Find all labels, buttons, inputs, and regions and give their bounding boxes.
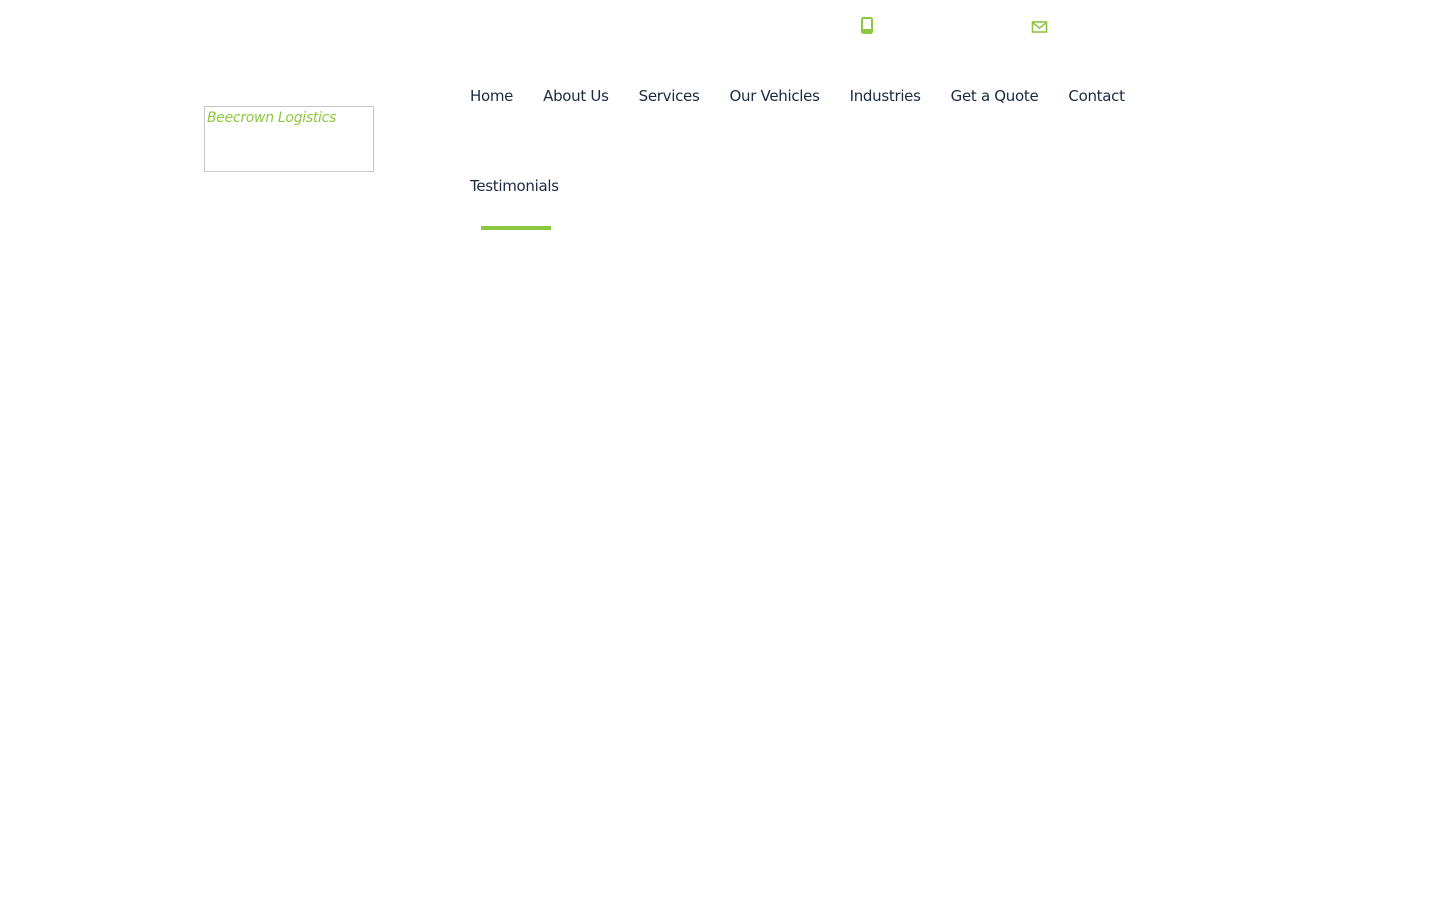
- nav-item-contact[interactable]: Contact: [1068, 84, 1125, 108]
- mail-icon[interactable]: [1031, 20, 1048, 34]
- main-nav: Home About Us Services Our Vehicles Indu…: [470, 84, 1170, 198]
- nav-item-industries[interactable]: Industries: [850, 84, 921, 108]
- site-logo[interactable]: Beecrown Logistics: [204, 106, 374, 172]
- active-nav-indicator: [481, 226, 551, 230]
- page: Beecrown Logistics Home About Us Service…: [0, 0, 1440, 900]
- nav-item-about-us[interactable]: About Us: [543, 84, 609, 108]
- nav-item-services[interactable]: Services: [639, 84, 700, 108]
- logo-text: Beecrown Logistics: [207, 110, 337, 126]
- nav-item-get-a-quote[interactable]: Get a Quote: [951, 84, 1039, 108]
- nav-item-our-vehicles[interactable]: Our Vehicles: [729, 84, 819, 108]
- nav-item-testimonials[interactable]: Testimonials: [470, 174, 559, 198]
- nav-item-home[interactable]: Home: [470, 84, 513, 108]
- phone-icon[interactable]: [860, 17, 874, 35]
